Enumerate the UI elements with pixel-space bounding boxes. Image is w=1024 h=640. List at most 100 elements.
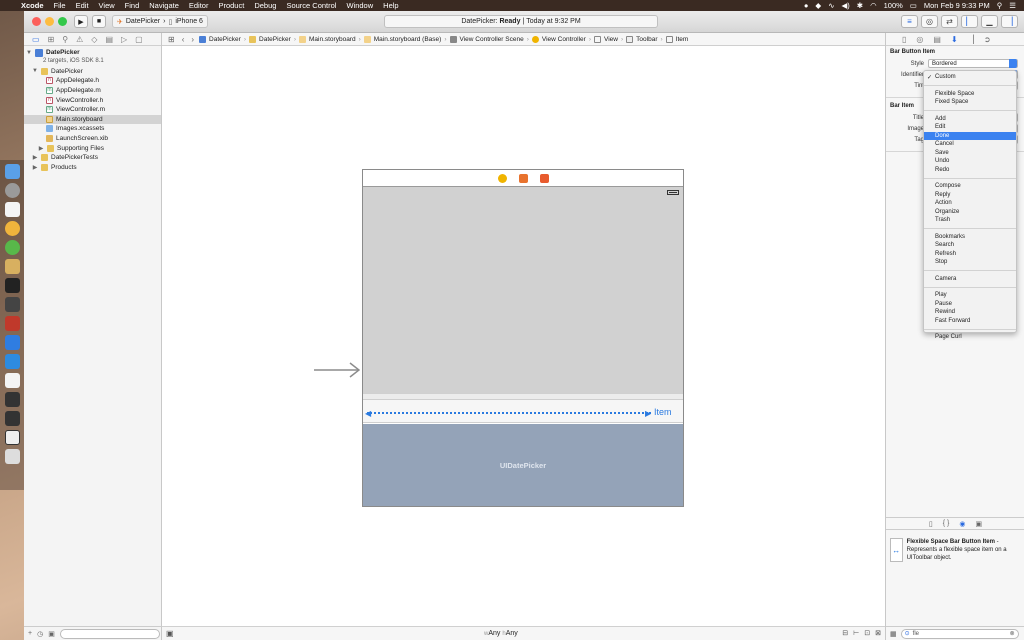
menu-source-control[interactable]: Source Control [281, 1, 341, 10]
app-icon[interactable] [4, 354, 20, 369]
utilities-toggle-icon[interactable]: ▕ [1001, 15, 1018, 28]
size-class-selector[interactable]: wAny hAny [484, 630, 518, 637]
version-editor-icon[interactable]: ⇄ [941, 15, 958, 28]
xcode-icon[interactable] [4, 335, 20, 350]
jump-item-item[interactable]: Item [676, 36, 689, 43]
disclosure-closed-icon[interactable]: ▶ [32, 154, 38, 161]
menu-item-fast-forward[interactable]: Fast Forward [924, 317, 1016, 326]
file-row-supporting-files[interactable]: ▶ Supporting Files [24, 143, 161, 153]
run-button[interactable]: ▶ [74, 15, 88, 28]
initial-view-controller-arrow-icon[interactable] [314, 362, 360, 378]
clear-search-icon[interactable]: ⊗ [1010, 630, 1015, 637]
jump-item-toolbar[interactable]: Toolbar [636, 36, 657, 43]
disclosure-closed-icon[interactable]: ▶ [32, 164, 38, 171]
jump-item-storyboard-base[interactable]: Main.storyboard (Base) [374, 36, 442, 43]
disclosure-open-icon[interactable]: ▼ [32, 68, 38, 74]
test-icon[interactable]: ◇ [91, 35, 97, 44]
first-responder-icon[interactable] [518, 173, 528, 183]
window-icon-2[interactable] [4, 411, 20, 426]
document-outline-toggle-icon[interactable]: ▣ [166, 629, 174, 638]
file-row-viewcontroller-h[interactable]: h ViewController.h [24, 95, 161, 105]
jump-item-view[interactable]: View [604, 36, 618, 43]
file-template-library-icon[interactable]: ▯ [929, 520, 933, 528]
file-row-viewcontroller-m[interactable]: m ViewController.m [24, 105, 161, 115]
date-picker[interactable]: UIDatePicker [363, 424, 683, 506]
jump-item-project[interactable]: DatePicker [209, 36, 241, 43]
menu-item-fixed-space[interactable]: Fixed Space [924, 98, 1016, 107]
bluetooth-icon[interactable]: ✱ [857, 1, 863, 10]
window-icon-1[interactable] [4, 392, 20, 407]
menu-edit[interactable]: Edit [71, 1, 94, 10]
align-icon[interactable]: ⊟ [842, 629, 848, 637]
storyboard-canvas[interactable]: ◀ ▶ Item UIDatePicker [162, 46, 885, 626]
menu-file[interactable]: File [49, 1, 71, 10]
view-controller-scene[interactable]: ◀ ▶ Item UIDatePicker [362, 169, 684, 507]
project-row[interactable]: ▼ DatePicker [24, 48, 161, 58]
menu-item-refresh[interactable]: Refresh [924, 250, 1016, 259]
file-inspector-icon[interactable]: ▯ [902, 35, 906, 44]
scheme-selector[interactable]: ✈ DatePicker › ▯ iPhone 6 [112, 15, 208, 28]
menu-item-page-curl[interactable]: Page Curl [924, 333, 1016, 342]
report-icon[interactable]: ▢ [135, 35, 143, 44]
battery-percent[interactable]: 100% [884, 1, 903, 10]
file-row-main-storyboard[interactable]: Main.storyboard [24, 114, 161, 125]
pin-icon[interactable]: ⊢ [853, 629, 859, 637]
menu-item-pause[interactable]: Pause [924, 300, 1016, 309]
menu-item-action[interactable]: Action [924, 199, 1016, 208]
quick-help-icon[interactable]: ◎ [916, 35, 923, 44]
menu-item-add[interactable]: Add [924, 115, 1016, 124]
debug-area-toggle-icon[interactable]: ▁ [981, 15, 998, 28]
bell-icon[interactable]: ● [804, 1, 809, 10]
navigator-toggle-icon[interactable]: ▏ [961, 15, 978, 28]
library-search-field[interactable]: ⊙ fle ⊗ [900, 628, 1019, 639]
related-items-icon[interactable]: ⊞ [166, 35, 177, 44]
messages-icon[interactable] [4, 240, 20, 255]
disclosure-closed-icon[interactable]: ▶ [38, 145, 44, 152]
search-icon[interactable]: ⚲ [62, 35, 68, 44]
menu-view[interactable]: View [94, 1, 120, 10]
media-library-icon[interactable]: ▣ [975, 520, 982, 528]
style-popup[interactable]: Bordered [928, 59, 1018, 68]
folder-icon[interactable]: ▭ [32, 35, 40, 44]
menu-item-done[interactable]: Done [924, 131, 1016, 140]
notification-center-icon[interactable]: ☰ [1009, 1, 1016, 10]
menu-item-flexible-space[interactable]: Flexible Space [924, 90, 1016, 99]
window-icon-3[interactable] [4, 430, 20, 445]
menu-item-reply[interactable]: Reply [924, 191, 1016, 200]
debug-icon[interactable]: ▤ [105, 35, 113, 44]
minimize-window-button[interactable] [45, 17, 54, 26]
menu-item-rewind[interactable]: Rewind [924, 308, 1016, 317]
chrome-icon[interactable] [4, 221, 20, 236]
navigator-filter-field[interactable] [59, 628, 160, 639]
menu-debug[interactable]: Debug [249, 1, 281, 10]
standard-editor-icon[interactable]: ≡ [901, 15, 918, 28]
jump-item-view-controller[interactable]: View Controller [542, 36, 586, 43]
attributes-inspector-icon[interactable]: ⬇ [951, 35, 958, 44]
menu-editor[interactable]: Editor [184, 1, 214, 10]
menu-item-bookmarks[interactable]: Bookmarks [924, 233, 1016, 242]
breakpoint-icon[interactable]: ▷ [121, 35, 127, 44]
recent-icon[interactable]: ◷ [37, 630, 43, 638]
spotlight-icon[interactable]: ⚲ [997, 1, 1003, 10]
activity-icon[interactable]: ∿ [828, 1, 834, 10]
menu-find[interactable]: Find [120, 1, 145, 10]
calendar-icon[interactable] [4, 202, 20, 217]
menu-item-compose[interactable]: Compose [924, 182, 1016, 191]
bar-button-item[interactable]: Item [654, 407, 672, 417]
add-icon[interactable]: + [28, 630, 32, 637]
disclosure-open-icon[interactable]: ▼ [26, 50, 32, 56]
grid-view-icon[interactable]: ▦ [890, 630, 897, 638]
menu-item-stop[interactable]: Stop [924, 258, 1016, 267]
file-row-launchscreen-xib[interactable]: LaunchScreen.xib [24, 134, 161, 144]
close-window-button[interactable] [32, 17, 41, 26]
identity-inspector-icon[interactable]: ▤ [933, 35, 941, 44]
menu-item-undo[interactable]: Undo [924, 157, 1016, 166]
sequel-icon[interactable] [4, 259, 20, 274]
library-item-flexible-space[interactable]: ↔ Flexible Space Bar Button Item - Repre… [890, 538, 1022, 566]
jump-item-scene[interactable]: View Controller Scene [460, 36, 524, 43]
file-row-datepickertests[interactable]: ▶ DatePickerTests [24, 153, 161, 163]
menu-item-camera[interactable]: Camera [924, 275, 1016, 284]
warning-icon[interactable]: ⚠ [76, 35, 83, 44]
toolbar[interactable]: ◀ ▶ Item [363, 399, 683, 423]
main-view[interactable] [363, 187, 683, 393]
